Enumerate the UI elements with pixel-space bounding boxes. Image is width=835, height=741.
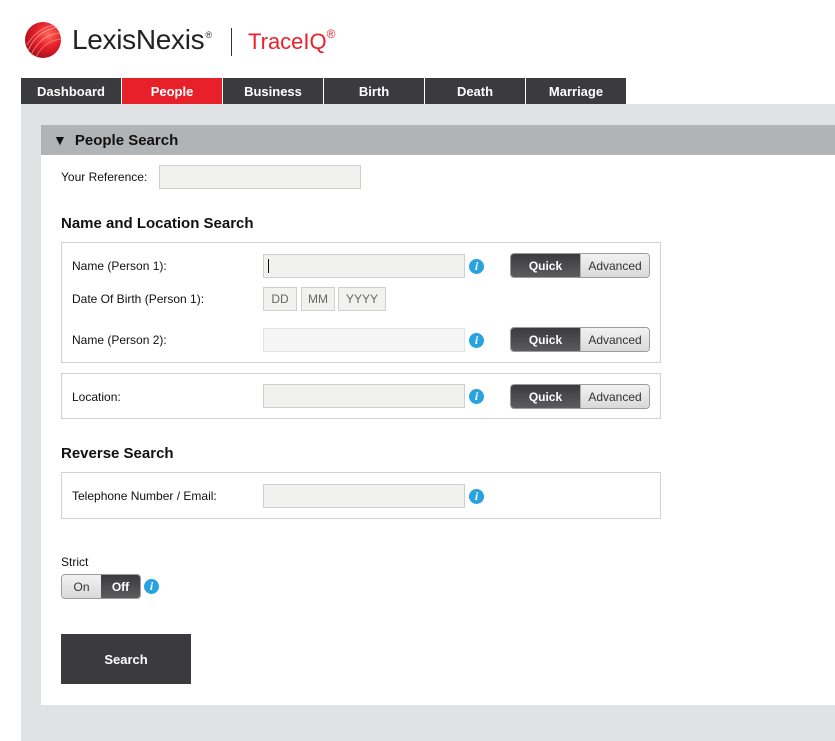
main-nav: Dashboard People Business Birth Death Ma…	[21, 78, 626, 104]
quick-button[interactable]: Quick	[511, 328, 580, 351]
person1-name-input[interactable]	[263, 254, 465, 278]
dob-label: Date Of Birth (Person 1):	[72, 292, 205, 306]
advanced-button[interactable]: Advanced	[580, 385, 649, 408]
tab-marriage[interactable]: Marriage	[526, 78, 626, 104]
strict-label: Strict	[61, 555, 89, 569]
phone-email-input[interactable]	[263, 484, 465, 508]
header: LexisNexis® TraceIQ®	[0, 0, 835, 78]
person1-mode-toggle: Quick Advanced	[510, 253, 650, 278]
reverse-search-title: Reverse Search	[61, 445, 174, 462]
dob-day-input[interactable]: DD	[263, 287, 297, 311]
reference-label: Your Reference:	[61, 170, 148, 184]
advanced-button[interactable]: Advanced	[580, 254, 649, 277]
quick-button[interactable]: Quick	[511, 385, 580, 408]
search-button[interactable]: Search	[61, 634, 191, 684]
product-name: TraceIQ®	[248, 26, 336, 54]
info-icon[interactable]: i	[469, 259, 484, 274]
reference-input[interactable]	[159, 165, 361, 189]
person2-label: Name (Person 2):	[72, 333, 167, 347]
advanced-button[interactable]: Advanced	[580, 328, 649, 351]
tab-business[interactable]: Business	[223, 78, 324, 104]
dob-month-input[interactable]: MM	[301, 287, 335, 311]
tab-birth[interactable]: Birth	[324, 78, 425, 104]
lexisnexis-globe-icon	[25, 22, 62, 58]
tab-people[interactable]: People	[122, 78, 223, 104]
tab-dashboard[interactable]: Dashboard	[21, 78, 122, 104]
triangle-down-icon[interactable]: ▼	[53, 132, 67, 148]
info-icon[interactable]: i	[469, 333, 484, 348]
location-mode-toggle: Quick Advanced	[510, 384, 650, 409]
panel-title: People Search	[74, 131, 179, 149]
strict-toggle: On Off	[61, 574, 141, 599]
logo-separator	[231, 28, 232, 56]
location-label: Location:	[72, 390, 121, 404]
tab-death[interactable]: Death	[425, 78, 526, 104]
panel-header[interactable]: ▼ People Search	[41, 125, 835, 155]
person1-label: Name (Person 1):	[72, 259, 167, 273]
strict-off-button[interactable]: Off	[101, 575, 140, 598]
phone-email-label: Telephone Number / Email:	[72, 489, 217, 503]
person2-name-input[interactable]	[263, 328, 465, 352]
info-icon[interactable]: i	[469, 489, 484, 504]
location-input[interactable]	[263, 384, 465, 408]
quick-button[interactable]: Quick	[511, 254, 580, 277]
strict-on-button[interactable]: On	[62, 575, 101, 598]
info-icon[interactable]: i	[144, 579, 159, 594]
person2-mode-toggle: Quick Advanced	[510, 327, 650, 352]
dob-year-input[interactable]: YYYY	[338, 287, 386, 311]
info-icon[interactable]: i	[469, 389, 484, 404]
text-caret	[268, 259, 269, 273]
company-logo-text: LexisNexis®	[72, 24, 212, 55]
name-location-title: Name and Location Search	[61, 215, 254, 232]
